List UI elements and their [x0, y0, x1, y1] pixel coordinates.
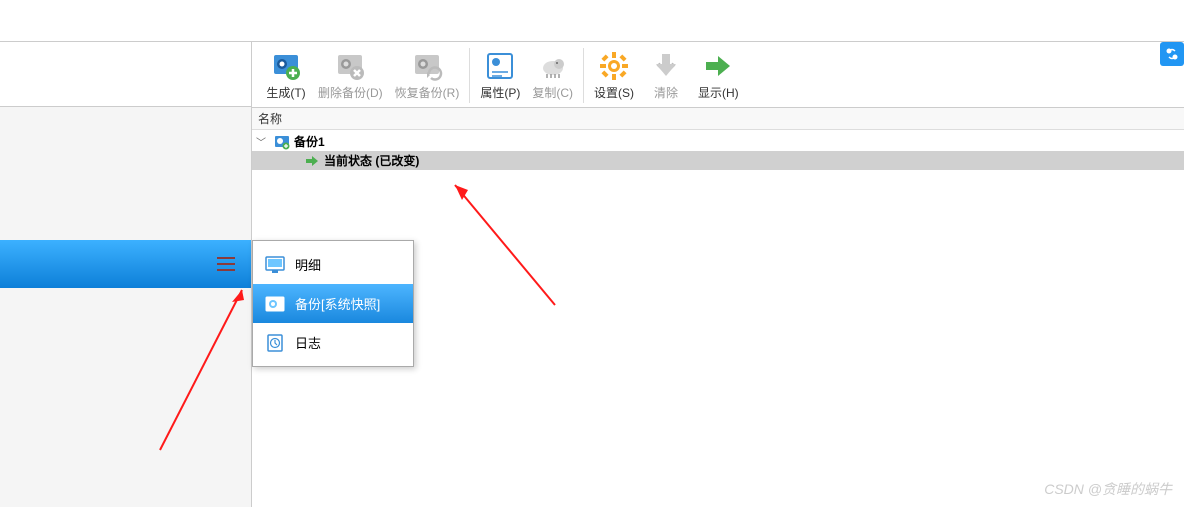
- hamburger-icon: [217, 257, 235, 271]
- camera-delete-icon: [334, 50, 366, 82]
- sheep-icon: [537, 50, 569, 82]
- properties-button[interactable]: 属性(P): [469, 48, 526, 103]
- camera-white-icon: [265, 295, 285, 313]
- monitor-icon: [265, 256, 285, 274]
- tree-root-label: 备份1: [294, 133, 325, 150]
- tree-root-row[interactable]: ﹀ 备份1: [252, 132, 1184, 151]
- tree-current-label: 当前状态 (已改变): [324, 152, 419, 169]
- restore-backup-button[interactable]: 恢复备份(R): [389, 48, 466, 103]
- tree-current-state-row[interactable]: 当前状态 (已改变): [252, 151, 1184, 170]
- copy-button[interactable]: 复制(C): [526, 48, 579, 103]
- properties-icon: [484, 50, 516, 82]
- camera-restore-icon: [411, 50, 443, 82]
- arrow-down-icon: [650, 50, 682, 82]
- popup-backup[interactable]: 备份[系统快照]: [253, 284, 413, 323]
- settings-button[interactable]: 设置(S): [583, 48, 640, 103]
- column-header: 名称: [252, 108, 1184, 130]
- arrow-right-green-icon: [304, 153, 320, 169]
- view-popup-menu: 明细 备份[系统快照] 日志: [252, 240, 414, 367]
- toolbar: 生成(T) 删除备份(D) 恢复备份(R) 属性(P): [252, 42, 1184, 108]
- gear-icon: [598, 50, 630, 82]
- sidebar: [0, 42, 252, 507]
- show-button[interactable]: 显示(H): [692, 48, 745, 103]
- corner-app-icon[interactable]: [1160, 42, 1184, 66]
- delete-backup-button[interactable]: 删除备份(D): [312, 48, 389, 103]
- clear-button[interactable]: 清除: [640, 48, 692, 103]
- camera-plus-icon: [270, 50, 302, 82]
- chevron-down-icon[interactable]: ﹀: [256, 134, 270, 149]
- generate-button[interactable]: 生成(T): [260, 48, 312, 103]
- backup-icon: [274, 134, 290, 150]
- arrow-right-icon: [702, 50, 734, 82]
- popup-detail[interactable]: 明细: [253, 245, 413, 284]
- name-column[interactable]: 名称: [258, 110, 282, 127]
- popup-log[interactable]: 日志: [253, 323, 413, 362]
- backup-tree: ﹀ 备份1 当前状态 (已改变): [252, 130, 1184, 172]
- sidebar-active-item[interactable]: [0, 240, 251, 288]
- watermark: CSDN @贪睡的蜗牛: [1044, 479, 1172, 499]
- clock-doc-icon: [265, 334, 285, 352]
